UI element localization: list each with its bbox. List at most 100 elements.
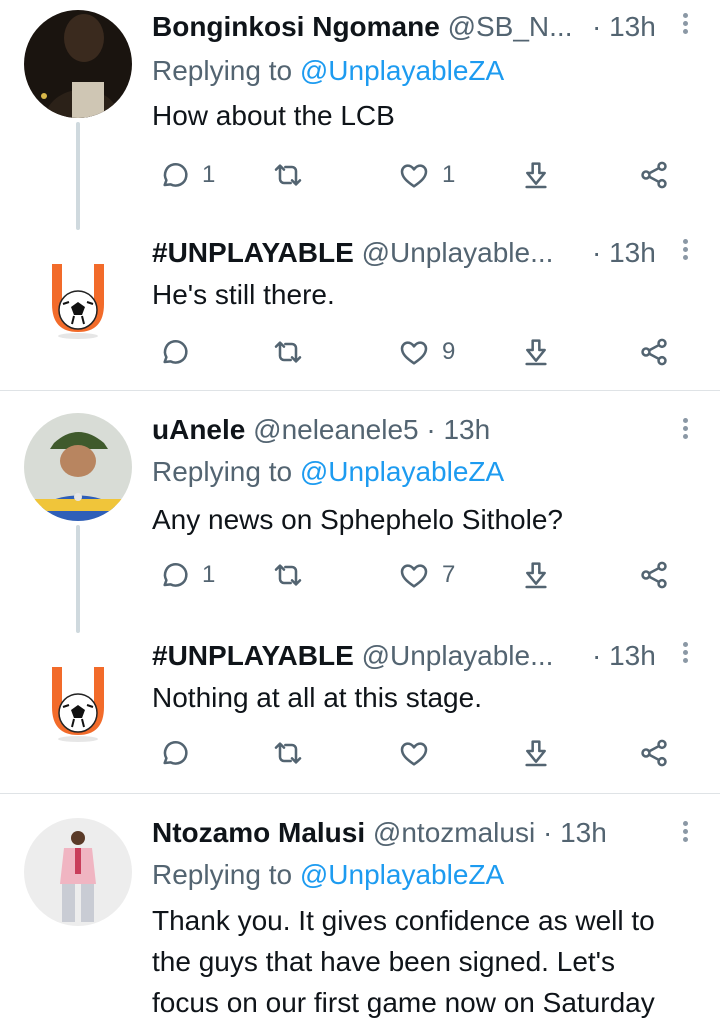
action-bar: 1 7: [152, 557, 692, 593]
more-icon[interactable]: [680, 10, 690, 40]
author-name[interactable]: Bonginkosi Ngomane: [152, 11, 440, 42]
like-count: 9: [442, 338, 456, 365]
bookmark-download-icon: [525, 339, 547, 366]
share-button[interactable]: [638, 334, 670, 370]
reply-icon: [163, 163, 188, 187]
more-icon[interactable]: [680, 415, 690, 445]
share-icon: [641, 161, 667, 189]
tweet-2[interactable]: #UNPLAYABLE @Unplayable... · 13h He's st…: [0, 230, 720, 390]
like-icon: [400, 341, 428, 365]
replying-handle-link[interactable]: @UnplayableZA: [300, 859, 504, 890]
tweet-time[interactable]: · 13h: [592, 639, 656, 673]
replying-prefix: Replying to: [152, 859, 293, 890]
retweet-icon: [274, 164, 302, 186]
retweet-button[interactable]: [272, 157, 304, 193]
replying-to: Replying to @UnplayableZA: [152, 858, 504, 892]
more-icon[interactable]: [680, 639, 690, 669]
more-icon[interactable]: [680, 818, 690, 848]
timestamp[interactable]: 13h: [609, 640, 656, 671]
meta-dot: ·: [592, 237, 602, 268]
like-count: 1: [442, 161, 456, 188]
author-name[interactable]: uAnele: [152, 414, 245, 445]
avatar-unplayable[interactable]: [24, 645, 132, 753]
share-icon: [641, 739, 667, 767]
retweet-button[interactable]: [272, 735, 304, 771]
meta-dot: ·: [592, 640, 602, 671]
replying-handle-link[interactable]: @UnplayableZA: [300, 456, 504, 487]
avatar-uanele[interactable]: [24, 413, 132, 521]
like-button[interactable]: 9: [398, 334, 455, 370]
author-handle[interactable]: @Unplayable...: [362, 640, 554, 671]
like-button[interactable]: [398, 735, 442, 771]
replying-handle-link[interactable]: @UnplayableZA: [300, 55, 504, 86]
retweet-icon: [274, 341, 302, 363]
reply-button[interactable]: [158, 735, 202, 771]
tweet-5[interactable]: Ntozamo Malusi @ntozmalusi · 13h Replyin…: [0, 794, 720, 1028]
thread-line: [76, 525, 80, 633]
replying-prefix: Replying to: [152, 456, 293, 487]
retweet-icon: [274, 564, 302, 586]
thread-line: [76, 122, 80, 230]
like-button[interactable]: 1: [398, 157, 455, 193]
bookmark-button[interactable]: [520, 735, 552, 771]
share-button[interactable]: [638, 157, 670, 193]
timestamp[interactable]: 13h: [609, 237, 656, 268]
tweet-time[interactable]: · 13h: [592, 236, 656, 270]
tweet-text: He's still there.: [152, 279, 335, 310]
tweet-4[interactable]: #UNPLAYABLE @Unplayable... · 13h Nothing…: [0, 633, 720, 793]
retweet-icon: [274, 742, 302, 764]
author-handle[interactable]: @ntozmalusi: [373, 817, 535, 848]
share-button[interactable]: [638, 557, 670, 593]
timestamp[interactable]: 13h: [560, 817, 607, 848]
bookmark-download-icon: [525, 162, 547, 189]
tweet-header: uAnele @neleanele5 · 13h: [152, 413, 676, 447]
replying-to: Replying to @UnplayableZA: [152, 455, 504, 489]
reply-icon: [163, 741, 188, 765]
author-name[interactable]: #UNPLAYABLE: [152, 237, 354, 268]
tweet-text: How about the LCB: [152, 100, 395, 131]
tweet-text: Nothing at all at this stage.: [152, 682, 482, 713]
timestamp[interactable]: 13h: [609, 11, 656, 42]
avatar-unplayable[interactable]: [24, 242, 132, 350]
avatar-bonginkosi[interactable]: [24, 10, 132, 118]
tweet-text: Any news on Sphephelo Sithole?: [152, 504, 563, 535]
like-icon: [400, 742, 428, 766]
bookmark-button[interactable]: [520, 157, 552, 193]
reply-count: 1: [202, 561, 216, 588]
replying-prefix: Replying to: [152, 55, 293, 86]
author-name[interactable]: Ntozamo Malusi: [152, 817, 365, 848]
share-icon: [641, 561, 667, 589]
tweet-text-line: focus on our first game now on Saturday: [152, 987, 655, 1018]
bookmark-download-icon: [525, 562, 547, 589]
reply-button[interactable]: [158, 334, 202, 370]
tweet-text-line: the guys that have been signed. Let's: [152, 946, 616, 977]
avatar-ntozamo[interactable]: [24, 818, 132, 926]
meta-dot: ·: [426, 414, 436, 445]
bookmark-download-icon: [525, 740, 547, 767]
share-icon: [641, 338, 667, 366]
meta-dot: ·: [542, 817, 553, 848]
action-bar: 9: [152, 334, 692, 370]
bookmark-button[interactable]: [520, 334, 552, 370]
action-bar: 1 1: [152, 157, 692, 193]
retweet-button[interactable]: [272, 557, 304, 593]
retweet-button[interactable]: [272, 334, 304, 370]
tweet-header: Ntozamo Malusi @ntozmalusi · 13h: [152, 816, 676, 850]
more-icon[interactable]: [680, 236, 690, 266]
author-handle[interactable]: @neleanele5: [253, 414, 418, 445]
reply-button[interactable]: 1: [158, 557, 215, 593]
bookmark-button[interactable]: [520, 557, 552, 593]
author-name[interactable]: #UNPLAYABLE: [152, 640, 354, 671]
tweet-3[interactable]: uAnele @neleanele5 · 13h Replying to @Un…: [0, 391, 720, 633]
meta-dot: ·: [592, 11, 602, 42]
timestamp[interactable]: 13h: [443, 414, 490, 445]
author-handle[interactable]: @Unplayable...: [362, 237, 554, 268]
tweet-1[interactable]: Bonginkosi Ngomane @SB_N... · 13h Replyi…: [0, 0, 720, 230]
replying-to: Replying to @UnplayableZA: [152, 54, 504, 88]
author-handle[interactable]: @SB_N...: [448, 11, 573, 42]
tweet-time[interactable]: · 13h: [592, 10, 656, 44]
tweet-text-line: Thank you. It gives confidence as well t…: [152, 905, 655, 936]
share-button[interactable]: [638, 735, 670, 771]
like-button[interactable]: 7: [398, 557, 455, 593]
reply-button[interactable]: 1: [158, 157, 215, 193]
